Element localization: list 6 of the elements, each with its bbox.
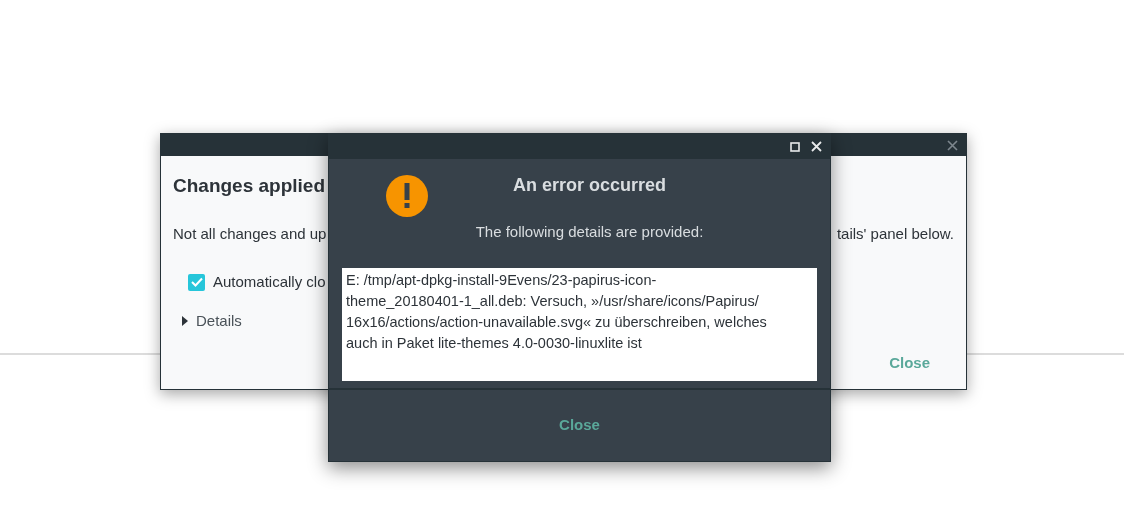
checkbox-label: Automatically clo [213, 272, 326, 292]
message-text: tails' panel below. [836, 223, 954, 244]
error-heading: An error occurred [512, 174, 666, 197]
dialog-heading: Changes applied [173, 174, 326, 198]
message-text: Not all changes and up [173, 223, 327, 244]
error-subtitle: The following details are provided: [475, 222, 704, 242]
